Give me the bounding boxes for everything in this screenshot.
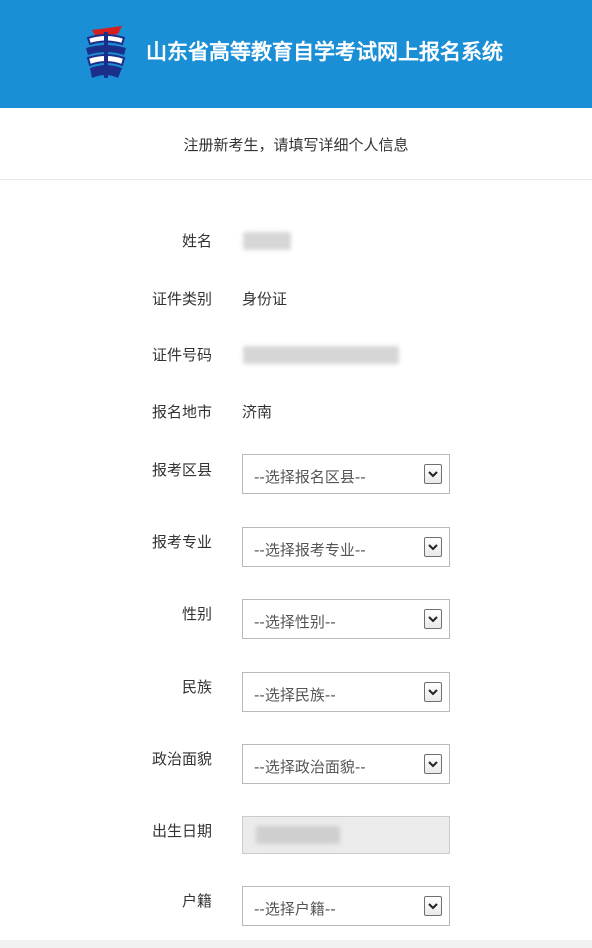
chevron-down-icon[interactable]	[424, 896, 442, 916]
chevron-down-icon[interactable]	[424, 464, 442, 484]
ethnicity-select-text: --选择民族--	[254, 686, 336, 704]
exam-system-logo-icon	[86, 26, 126, 78]
chevron-down-icon[interactable]	[424, 682, 442, 702]
page-bottom-strip	[0, 940, 592, 948]
ethnicity-select[interactable]: --选择民族--	[242, 672, 450, 712]
major-label: 报考专业	[151, 533, 212, 551]
political-status-select-text: --选择政治面貌--	[254, 758, 366, 776]
birthdate-label: 出生日期	[151, 822, 212, 840]
app-header: 山东省高等教育自学考试网上报名系统	[0, 0, 592, 108]
political-status-label: 政治面貌	[151, 750, 212, 768]
birthdate-value-redacted	[256, 826, 340, 844]
id-type-label: 证件类别	[151, 290, 212, 308]
chevron-down-icon[interactable]	[424, 537, 442, 557]
household-label: 户籍	[181, 892, 212, 910]
major-select[interactable]: --选择报考专业--	[242, 527, 450, 567]
form-instruction-bar: 注册新考生，请填写详细个人信息	[0, 108, 592, 180]
household-select-text: --选择户籍--	[254, 900, 336, 918]
site-title: 山东省高等教育自学考试网上报名系统	[146, 40, 503, 64]
district-select[interactable]: --选择报名区县--	[242, 454, 450, 494]
district-label: 报考区县	[151, 461, 212, 479]
name-label: 姓名	[181, 232, 212, 250]
political-status-select[interactable]: --选择政治面貌--	[242, 744, 450, 784]
city-value: 济南	[242, 403, 273, 421]
id-number-value-redacted	[243, 346, 399, 364]
name-value-redacted	[243, 232, 291, 250]
household-select[interactable]: --选择户籍--	[242, 886, 450, 926]
ethnicity-label: 民族	[181, 678, 212, 696]
birthdate-field	[242, 816, 450, 854]
gender-label: 性别	[181, 605, 212, 623]
gender-select[interactable]: --选择性别--	[242, 599, 450, 639]
chevron-down-icon[interactable]	[424, 754, 442, 774]
form-instruction-text: 注册新考生，请填写详细个人信息	[183, 136, 409, 154]
major-select-text: --选择报考专业--	[254, 541, 366, 559]
gender-select-text: --选择性别--	[254, 613, 336, 631]
city-label: 报名地市	[151, 403, 212, 421]
id-number-label: 证件号码	[151, 346, 212, 364]
chevron-down-icon[interactable]	[424, 609, 442, 629]
district-select-text: --选择报名区县--	[254, 468, 366, 486]
id-type-value: 身份证	[242, 290, 288, 308]
